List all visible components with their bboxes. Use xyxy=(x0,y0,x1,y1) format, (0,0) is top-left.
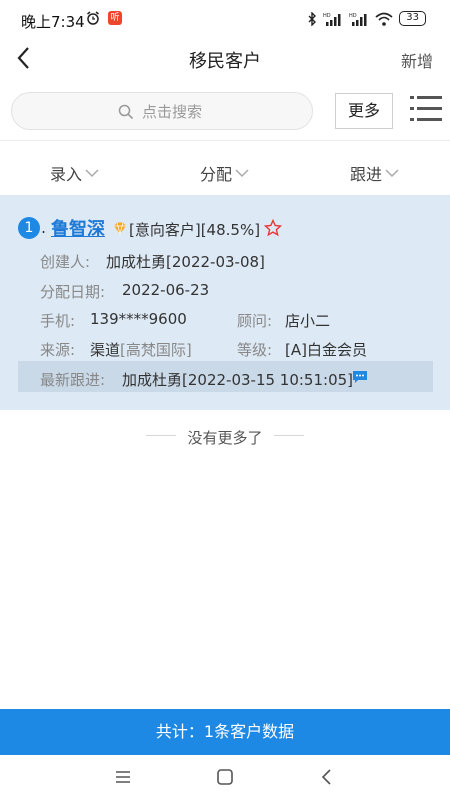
svg-text:HD: HD xyxy=(323,13,331,19)
phone-value[interactable]: 139****9600 xyxy=(90,310,187,328)
signal-hd-icon: HD xyxy=(323,13,341,26)
menu-icon[interactable] xyxy=(113,767,133,787)
diamond-vip-icon xyxy=(114,222,126,235)
creator-value: 加成杜勇[2022-03-08] xyxy=(106,253,265,271)
system-back-icon[interactable] xyxy=(317,767,337,787)
filter-entry-dropdown[interactable]: 录入 xyxy=(50,161,99,185)
wifi-icon xyxy=(375,12,393,26)
index-separator: . xyxy=(41,218,47,237)
divider xyxy=(274,435,304,436)
star-favorite-icon[interactable] xyxy=(264,219,282,237)
more-button[interactable]: 更多 xyxy=(335,93,393,129)
latest-followup-value: 加成杜勇[2022-03-15 10:51:05] xyxy=(122,371,354,389)
level-label: 等级: xyxy=(237,341,273,359)
source-detail: [高梵国际] xyxy=(120,341,192,359)
add-new-button[interactable]: 新增 xyxy=(401,48,433,72)
phone-label: 手机: xyxy=(40,312,76,330)
nav-bar: 移民客户 新增 xyxy=(0,40,450,76)
status-bar: 晚上7:34 听 HD HD 33 xyxy=(0,0,450,40)
search-icon xyxy=(118,104,134,120)
source-channel: 渠道 xyxy=(90,341,121,359)
list-end-text: 没有更多了 xyxy=(187,429,263,447)
status-left-icons: 听 xyxy=(86,11,122,25)
creator-label: 创建人: xyxy=(40,253,91,271)
customer-name-link[interactable]: 鲁智深 xyxy=(51,215,105,241)
battery-icon: 33 xyxy=(399,11,426,26)
filter-followup-dropdown[interactable]: 跟进 xyxy=(350,161,399,185)
filter-label: 录入 xyxy=(50,165,83,184)
chevron-down-icon xyxy=(235,169,249,178)
filter-label: 分配 xyxy=(200,165,233,184)
assign-date-label: 分配日期: xyxy=(40,283,106,301)
search-box[interactable] xyxy=(11,92,313,130)
app-notification-badge: 听 xyxy=(108,11,122,25)
customer-status: [意向客户][48.5%] xyxy=(129,221,261,239)
filter-label: 跟进 xyxy=(350,165,383,184)
divider xyxy=(0,140,450,141)
list-menu-icon[interactable] xyxy=(410,93,442,125)
source-value: 渠道[高梵国际] xyxy=(90,339,192,360)
source-label: 来源: xyxy=(40,341,76,359)
system-navigation-bar xyxy=(0,755,450,800)
status-time: 晚上7:34 xyxy=(21,13,85,31)
signal-hd-icon-2: HD xyxy=(349,13,367,26)
assign-date-value: 2022-06-23 xyxy=(122,281,210,299)
advisor-label: 顾问: xyxy=(237,312,273,330)
search-input[interactable] xyxy=(142,101,292,123)
level-value: [A]白金会员 xyxy=(285,341,367,359)
index-badge: 1 xyxy=(18,217,40,239)
bluetooth-icon xyxy=(308,11,317,26)
chat-message-icon[interactable] xyxy=(352,370,368,384)
status-right-icons: HD HD 33 xyxy=(307,11,426,26)
total-count-bar: 共计：1条客户数据 xyxy=(0,709,450,755)
home-icon[interactable] xyxy=(215,767,235,787)
advisor-value: 店小二 xyxy=(285,312,331,330)
filter-assign-dropdown[interactable]: 分配 xyxy=(200,161,249,185)
latest-followup-label: 最新跟进: xyxy=(40,371,106,389)
alarm-clock-icon xyxy=(87,11,99,25)
chevron-down-icon xyxy=(385,169,399,178)
chevron-down-icon xyxy=(85,169,99,178)
page-title: 移民客户 xyxy=(189,51,261,72)
svg-text:HD: HD xyxy=(349,13,357,19)
